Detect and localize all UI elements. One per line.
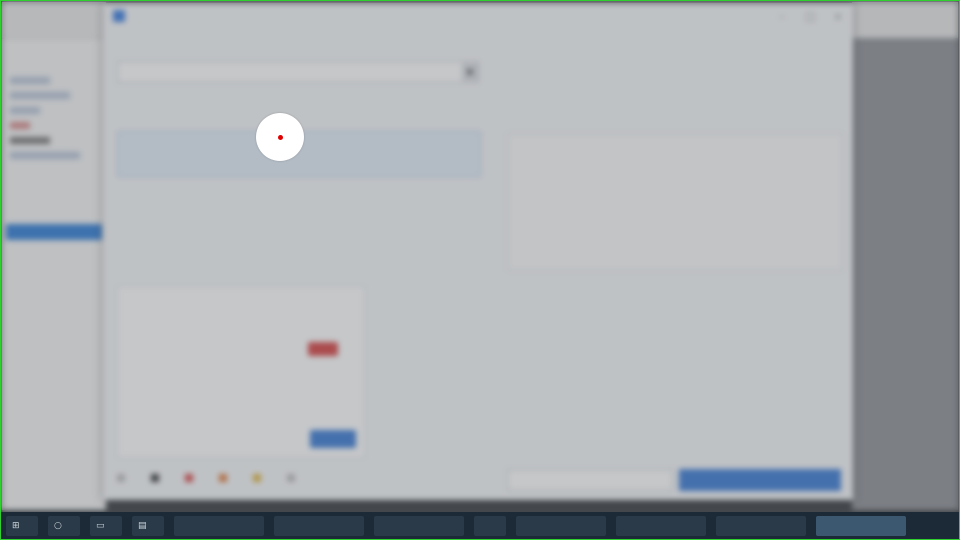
taskbar-app[interactable]: [274, 516, 364, 536]
taskbar-app[interactable]: [616, 516, 706, 536]
search-icon[interactable]: ○: [48, 516, 80, 536]
taskbar-app[interactable]: [374, 516, 464, 536]
taskbar: ⊞ ○ ▭ ▤: [0, 512, 960, 540]
blur-overlay: [0, 0, 960, 540]
folder-icon[interactable]: ▤: [132, 516, 164, 536]
start-icon[interactable]: ⊞: [6, 516, 38, 536]
cursor-highlight: [256, 113, 304, 161]
taskbar-app-active[interactable]: [816, 516, 906, 536]
taskbar-app[interactable]: [516, 516, 606, 536]
taskbar-app[interactable]: [474, 516, 506, 536]
taskbar-app[interactable]: [174, 516, 264, 536]
task-view-icon[interactable]: ▭: [90, 516, 122, 536]
cursor-dot: [278, 135, 283, 140]
taskbar-app[interactable]: [716, 516, 806, 536]
